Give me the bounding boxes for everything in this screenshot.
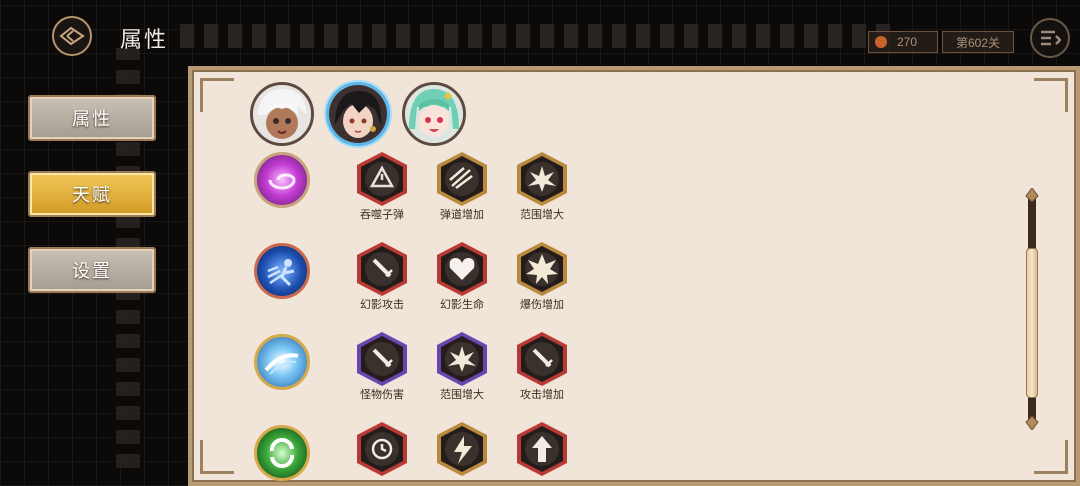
talent-label: 怪物伤害 [360, 389, 404, 401]
talent-node[interactable]: 幻影攻击 [354, 240, 410, 318]
background-tile-strip [180, 24, 900, 48]
burst-spikes-icon [437, 332, 487, 386]
explosion-icon [517, 242, 567, 296]
burst-spikes-icon [517, 152, 567, 206]
tab-settings[interactable]: 设置 [28, 247, 156, 293]
energy-counter: 270 [868, 31, 938, 53]
talent-label: 爆伤增加 [520, 299, 564, 311]
skill-orb-2[interactable] [254, 243, 310, 299]
talent-label: 范围增大 [520, 209, 564, 221]
white-haired-girl-portrait [253, 85, 311, 143]
sword-icon [357, 332, 407, 386]
talent-node[interactable]: 范围增大 [514, 150, 570, 228]
back-chevron-icon [59, 26, 85, 46]
tab-label: 天赋 [72, 185, 112, 205]
talent-panel [188, 66, 1080, 486]
heart-icon [437, 242, 487, 296]
talent-node[interactable] [434, 420, 490, 486]
stage-label: 第602关 [955, 35, 1001, 50]
panel-corner-ornament [200, 78, 234, 112]
page-title: 属性 [120, 27, 169, 52]
panel-corner-ornament [200, 440, 234, 474]
talent-label: 幻影攻击 [360, 299, 404, 311]
clock-icon [357, 422, 407, 476]
green-cycle-icon [269, 438, 295, 468]
back-button[interactable] [52, 16, 92, 56]
tab-talents[interactable]: 天赋 [28, 171, 156, 217]
scroll-top-finial-icon [1025, 188, 1039, 202]
tab-label: 属性 [72, 109, 112, 129]
talent-node[interactable]: 弹道增加 [434, 150, 490, 228]
skill-orb-1[interactable] [254, 152, 310, 208]
panel-corner-ornament [1034, 78, 1068, 112]
purple-vortex-icon [268, 173, 296, 190]
tab-label: 设置 [72, 261, 112, 281]
arrow-up-icon [517, 422, 567, 476]
talent-node[interactable] [514, 420, 570, 486]
talent-node[interactable]: 幻影生命 [434, 240, 490, 318]
talent-node[interactable]: 怪物伤害 [354, 330, 410, 408]
talent-node[interactable]: 范围增大 [434, 330, 490, 408]
list-menu-icon [1041, 30, 1061, 46]
talent-label: 攻击增加 [520, 389, 564, 401]
warning-triangle-icon [357, 152, 407, 206]
dark-haired-girl-portrait [329, 85, 387, 143]
talent-node[interactable]: 攻击增加 [514, 330, 570, 408]
talent-label: 范围增大 [440, 389, 484, 401]
menu-button[interactable] [1030, 18, 1070, 58]
blue-dash-icon [267, 259, 295, 287]
triple-streak-icon [437, 152, 487, 206]
talent-node[interactable] [354, 420, 410, 486]
sword-icon [517, 332, 567, 386]
talent-node[interactable]: 爆伤增加 [514, 240, 570, 318]
skill-orb-4[interactable] [254, 425, 310, 481]
lightning-icon [437, 422, 487, 476]
talent-node[interactable]: 吞噬子弹 [354, 150, 410, 228]
character-portrait-white-hair[interactable] [250, 82, 314, 146]
character-portrait-green-hair[interactable] [402, 82, 466, 146]
scroll-bottom-finial-icon [1025, 416, 1039, 430]
talent-label: 吞噬子弹 [360, 209, 404, 221]
talent-label: 弹道增加 [440, 209, 484, 221]
tab-attributes[interactable]: 属性 [28, 95, 156, 141]
sword-icon [357, 242, 407, 296]
ice-slash-icon [264, 353, 299, 375]
character-portrait-dark-hair[interactable] [326, 82, 390, 146]
stage-indicator: 第602关 [942, 31, 1014, 53]
skill-orb-3[interactable] [254, 334, 310, 390]
energy-icon [875, 36, 887, 48]
talent-label: 幻影生命 [440, 299, 484, 311]
green-haired-girl-portrait [405, 85, 463, 143]
scrollbar-thumb[interactable] [1026, 248, 1038, 398]
panel-corner-ornament [1034, 440, 1068, 474]
energy-value: 270 [897, 35, 918, 49]
